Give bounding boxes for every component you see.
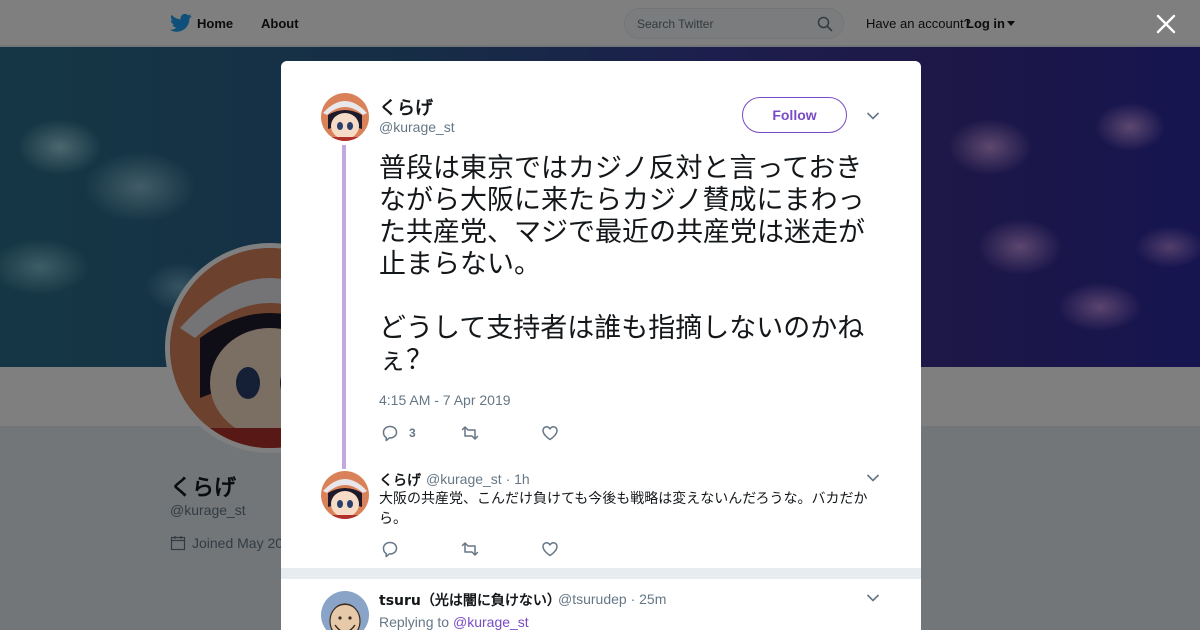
reply-count: 3 — [409, 426, 416, 440]
replying-to-label: Replying to — [379, 614, 450, 630]
chevron-down-icon[interactable] — [866, 111, 880, 121]
follow-button[interactable]: Follow — [742, 97, 847, 133]
tweet-author-avatar-image — [321, 93, 369, 141]
next-tweet-author-name[interactable]: tsuru（光は闇に負けない） — [379, 590, 561, 610]
tweet-author-avatar[interactable] — [321, 93, 369, 141]
tweet-paragraph: どうして支持者は誰も指摘しないのかねぇ？ — [379, 313, 865, 376]
like-icon[interactable] — [541, 540, 559, 558]
like-icon[interactable] — [541, 424, 559, 442]
next-tweet-avatar[interactable] — [321, 591, 369, 630]
next-tweet-avatar-image — [321, 591, 369, 630]
thread-line — [342, 145, 346, 469]
retweet-icon[interactable] — [461, 540, 479, 558]
tweet-paragraph: 普段は東京ではカジノ反対と言っておきながら大阪に来たらカジノ賛成にまわった共産党… — [379, 153, 865, 280]
reply-author-name[interactable]: くらげ — [379, 470, 421, 490]
reply-icon[interactable] — [381, 540, 399, 558]
tweet-timestamp[interactable]: 4:15 AM - 7 Apr 2019 — [379, 392, 511, 408]
reply-author-avatar-image — [321, 471, 369, 519]
tweet-author-handle[interactable]: @kurage_st — [379, 119, 455, 135]
retweet-icon[interactable] — [461, 424, 479, 442]
close-icon[interactable] — [1155, 13, 1177, 35]
reply-text: 大阪の共産党、こんだけ負けても今後も戦略は変えないんだろうな。バカだから。 — [379, 491, 868, 527]
tweet-modal: くらげ @kurage_st Follow 普段は東京ではカジノ反対と言っておき… — [281, 61, 921, 630]
next-tweet-meta[interactable]: @tsurudep · 25m — [558, 591, 666, 607]
chevron-down-icon[interactable] — [866, 473, 880, 483]
reply-author-avatar[interactable] — [321, 471, 369, 519]
section-divider — [281, 568, 921, 579]
tweet-author-name[interactable]: くらげ — [379, 94, 433, 120]
tweet-text: 普段は東京ではカジノ反対と言っておきながら大阪に来たらカジノ賛成にまわった共産党… — [379, 153, 889, 377]
replying-to-link[interactable]: @kurage_st — [453, 614, 529, 630]
chevron-down-icon[interactable] — [866, 593, 880, 603]
reply-icon[interactable] — [381, 424, 399, 442]
reply-meta[interactable]: @kurage_st · 1h — [426, 471, 530, 487]
